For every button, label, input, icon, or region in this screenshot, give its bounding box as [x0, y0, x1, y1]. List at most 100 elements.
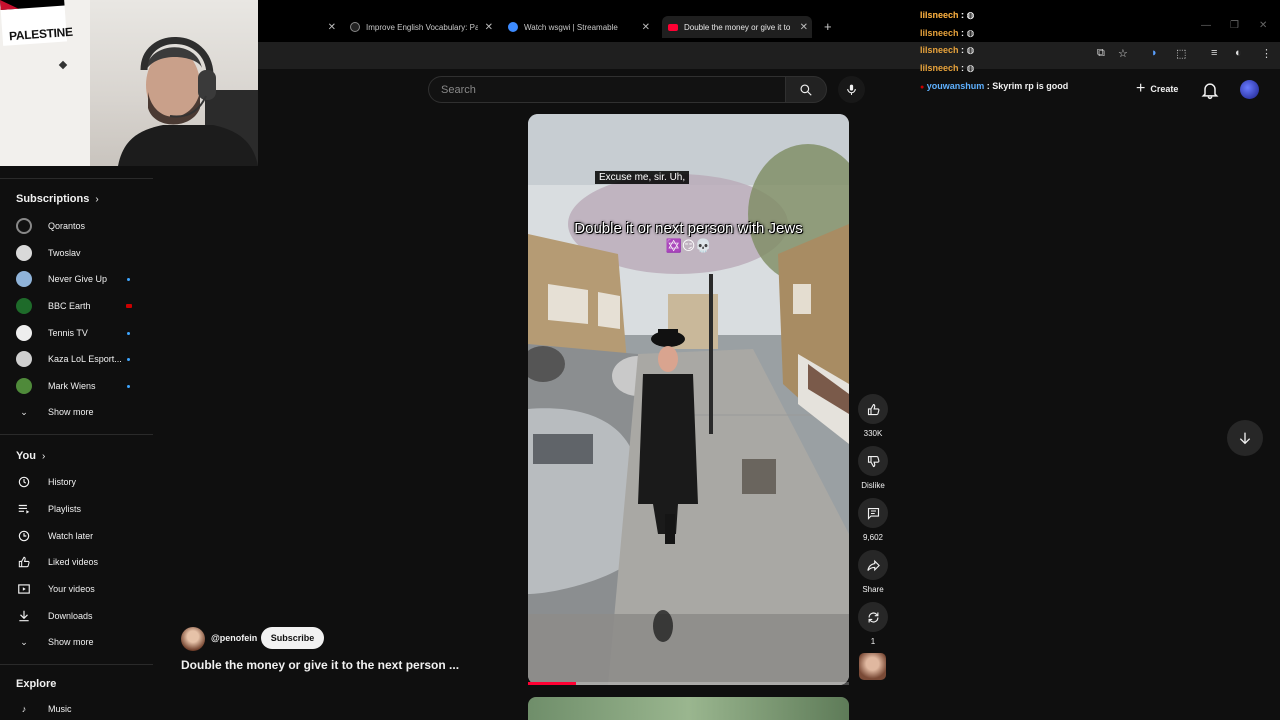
browser-tab[interactable]: ✕	[262, 16, 336, 38]
search-input[interactable]: Search	[428, 76, 785, 103]
chevron-down-icon: ⌄	[20, 406, 28, 417]
shorts-video-player[interactable]	[528, 114, 849, 685]
search-button[interactable]	[785, 76, 827, 103]
video-progress-bar[interactable]	[528, 682, 849, 685]
close-tab-icon[interactable]: ✕	[485, 22, 493, 33]
show-more-label: Show more	[48, 407, 94, 417]
chat-badge-icon: ●	[920, 84, 925, 91]
sidebar-item-your-videos[interactable]: Your videos	[16, 579, 146, 599]
sound-thumbnail[interactable]	[859, 653, 886, 680]
maximize-icon[interactable]: ❐	[1230, 20, 1239, 31]
sidebar-channel[interactable]: Never Give Up	[16, 269, 146, 289]
media-controls-icon[interactable]: ≡	[1211, 47, 1217, 59]
like-button[interactable]: 330K	[858, 394, 888, 438]
show-more-you[interactable]: ⌄ Show more	[16, 632, 146, 652]
remix-count: 1	[870, 637, 876, 646]
music-icon: ♪	[21, 704, 27, 714]
chat-emote-icon: ◍	[966, 10, 975, 20]
chat-emote-icon: ◍	[966, 28, 975, 38]
tiktok-icon	[350, 22, 360, 32]
you-header[interactable]: You ›	[16, 450, 45, 462]
show-more-subscriptions[interactable]: ⌄ Show more	[16, 402, 146, 422]
chat-username: lilsneech	[920, 45, 959, 55]
channel-avatar[interactable]	[181, 627, 205, 651]
sidebar-item-watch-later[interactable]: Watch later	[16, 526, 146, 546]
account-avatar[interactable]	[1240, 80, 1259, 99]
close-tab-icon[interactable]: ✕	[328, 22, 336, 33]
browser-tab-youtube-active[interactable]: Double the money or give it to ✕	[662, 16, 812, 38]
comments-button[interactable]: 9,602	[858, 498, 888, 542]
chevron-right-icon: ›	[95, 193, 99, 205]
dislike-button[interactable]: Dislike	[858, 446, 888, 490]
sidebar-item-playlists[interactable]: Playlists	[16, 499, 146, 519]
bell-icon	[1201, 83, 1219, 100]
channel-name: Tennis TV	[48, 328, 88, 338]
video-progress-fill	[528, 682, 577, 685]
channel-name: Never Give Up	[48, 274, 108, 284]
search-placeholder: Search	[441, 83, 476, 96]
youtube-icon	[668, 23, 678, 31]
subscribe-button[interactable]: Subscribe	[261, 627, 324, 649]
next-short-preview[interactable]	[528, 697, 849, 720]
sidebar-item-label: Liked videos	[48, 557, 99, 567]
liked-videos-icon	[16, 554, 32, 570]
profile-icon[interactable]: ◐	[1235, 47, 1242, 59]
explore-title: Explore	[16, 678, 57, 690]
browser-menu-icon[interactable]: ⋮	[1261, 47, 1272, 60]
close-tab-icon[interactable]: ✕	[800, 22, 808, 33]
channel-handle[interactable]: @penofein	[211, 633, 257, 643]
chat-message: ● youwanshum : Skyrim rp is good	[920, 81, 1069, 91]
divider	[0, 664, 153, 665]
sidebar-item-label: History	[48, 477, 77, 487]
channel-avatar	[16, 378, 32, 394]
sidebar-item-label: Downloads	[48, 611, 93, 621]
close-window-icon[interactable]: ✕	[1259, 20, 1267, 31]
chat-message: lilsneech : ◍	[920, 28, 975, 38]
your-videos-icon	[16, 581, 32, 597]
channel-avatar	[16, 218, 32, 234]
short-title[interactable]: Double the money or give it to the next …	[181, 658, 459, 672]
new-tab-button[interactable]: +	[824, 19, 832, 34]
subscriptions-header[interactable]: Subscriptions ›	[16, 193, 99, 205]
extension-audio-icon[interactable]: ◗	[1151, 47, 1158, 59]
playlists-icon	[16, 501, 32, 517]
sidebar-item-downloads[interactable]: Downloads	[16, 606, 146, 626]
sidebar-item-label: Watch later	[48, 531, 94, 541]
show-more-label: Show more	[48, 637, 94, 647]
sidebar-channel[interactable]: Kaza LoL Esport...	[16, 349, 146, 369]
bookmark-star-icon[interactable]: ☆	[1118, 47, 1128, 60]
remix-button[interactable]: 1	[858, 602, 888, 646]
voice-search-button[interactable]	[838, 76, 865, 103]
chat-message: lilsneech : ◍	[920, 45, 975, 55]
microphone-icon	[847, 84, 856, 95]
sidebar-channel[interactable]: Mark Wiens	[16, 376, 146, 396]
browser-tab-streamable[interactable]: Watch wsgwi | Streamable ✕	[508, 16, 650, 38]
channel-name: Qorantos	[48, 221, 86, 231]
chat-username: youwanshum	[926, 81, 985, 91]
sidebar-channel[interactable]: Qorantos	[16, 216, 146, 236]
new-content-dot	[127, 331, 130, 335]
install-app-icon[interactable]: ⧉	[1097, 47, 1105, 60]
sidebar-channel[interactable]: BBC Earth	[16, 296, 146, 316]
close-tab-icon[interactable]: ✕	[642, 22, 650, 33]
chat-text: Skyrim rp is good	[992, 81, 1069, 91]
sidebar-channel[interactable]: Tennis TV	[16, 323, 146, 343]
next-short-button[interactable]	[1227, 420, 1263, 456]
browser-tab-tiktok[interactable]: Improve English Vocabulary: Pa ✕	[350, 16, 493, 38]
extensions-icon[interactable]: ⬚	[1176, 47, 1186, 60]
sidebar-item-music[interactable]: ♪ Music	[16, 698, 146, 720]
notifications-button[interactable]	[1200, 80, 1220, 100]
sidebar-item-history[interactable]: History	[16, 472, 146, 492]
streamer-webcam: PALESTINE	[0, 0, 258, 166]
you-title: You	[16, 450, 36, 462]
create-button[interactable]: + Create	[1130, 78, 1184, 100]
url-field[interactable]	[258, 42, 1258, 69]
arrow-down-icon	[1239, 432, 1251, 445]
minimize-icon[interactable]: —	[1201, 20, 1211, 31]
history-icon	[16, 474, 32, 490]
sidebar-item-liked-videos[interactable]: Liked videos	[16, 552, 146, 572]
comment-icon	[867, 507, 879, 520]
share-button[interactable]: Share	[858, 550, 888, 594]
new-content-dot	[127, 384, 130, 388]
sidebar-channel[interactable]: Twoslav	[16, 243, 146, 263]
